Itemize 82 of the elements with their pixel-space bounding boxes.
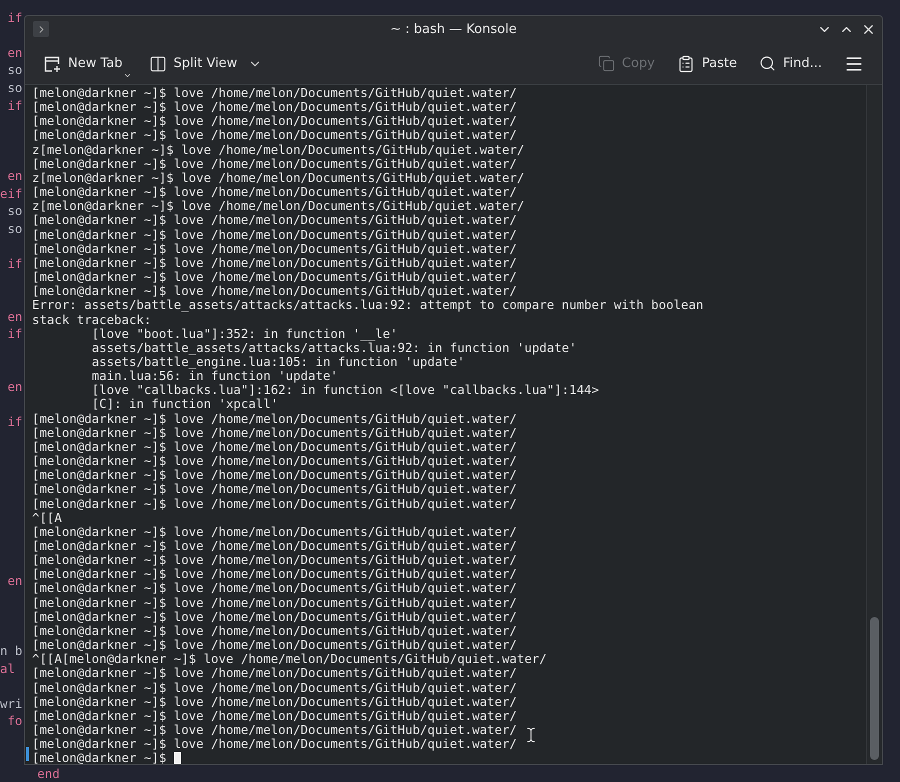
- split-button[interactable]: Split View: [142, 48, 268, 78]
- code-text: en: [6, 168, 22, 183]
- code-text: n b: [0, 642, 22, 658]
- terminal-line: [melon@darkner ~]$ love /home/melon/Documents/GitHub/quiet.water/: [32, 270, 517, 284]
- split-view-icon: [148, 54, 166, 72]
- terminal-line: [melon@darkner ~]$ love /home/melon/Documents/GitHub/quiet.water/: [32, 581, 517, 596]
- terminal-line: [melon@darkner ~]$ love /home/melon/Documents/GitHub/quiet.water/: [32, 412, 517, 426]
- terminal-prompt: [melon@darkner ~]$: [32, 751, 166, 764]
- code-text: if: [6, 256, 22, 271]
- terminal-line: [melon@darkner ~]$ love /home/melon/Documents/GitHub/quiet.water/: [32, 708, 517, 724]
- terminal-line: [melon@darkner ~]$ love /home/melon/Documents/GitHub/quiet.water/: [32, 680, 517, 695]
- terminal-line: [melon@darkner ~]$ love /home/melon/Documents/GitHub/quiet.water/: [32, 284, 517, 298]
- terminal-line: stack traceback:: [32, 312, 152, 327]
- terminal-line: [melon@darkner ~]$ love /home/melon/Documents/GitHub/quiet.water/: [32, 610, 517, 624]
- terminal-line: [C]: in function 'xpcall': [90, 397, 278, 412]
- find-button[interactable]: Find...: [752, 48, 828, 78]
- code-text: en: [6, 44, 22, 60]
- terminal-line: [melon@darkner ~]$ love /home/melon/Documents/GitHub/quiet.water/: [32, 524, 517, 539]
- terminal-line: [melon@darkner ~]$ love /home/melon/Documents/GitHub/quiet.water/: [32, 468, 517, 482]
- terminal-line: [melon@darkner ~]$ love /home/melon/Documents/GitHub/quiet.water/: [32, 228, 517, 242]
- text-cursor: [174, 752, 182, 764]
- code-text: so: [6, 62, 22, 78]
- code-text: en: [6, 379, 22, 394]
- code-text: so: [6, 80, 22, 95]
- scrollbar-handle[interactable]: [870, 617, 879, 760]
- terminal-line: main.lua:56: in function 'update': [90, 369, 338, 384]
- terminal-line: [love "callbacks.lua"]:162: in function <[love "callbacks.lua"]:144>: [90, 383, 599, 398]
- terminal-line: assets/battle_engine.lua:105: in function 'update': [90, 354, 465, 370]
- code-text: eif: [0, 186, 22, 201]
- terminal-line: [melon@darkner ~]$ love /home/melon/Documents/GitHub/quiet.water/: [32, 440, 517, 454]
- terminal-line: [melon@darkner ~]$ love /home/melon/Documents/GitHub/quiet.water/: [32, 723, 517, 738]
- code-text: wri: [0, 696, 22, 711]
- terminal-line: assets/battle_assets/attacks/attacks.lua:92: in function 'update': [90, 340, 577, 355]
- terminal-line: [melon@darkner ~]$ love /home/melon/Documents/GitHub/quiet.water/: [32, 567, 517, 582]
- code-text: end: [36, 766, 60, 782]
- scrollbar[interactable]: [866, 85, 882, 764]
- code-text: en: [6, 572, 22, 588]
- terminal-line: [melon@darkner ~]$ love /home/melon/Documents/GitHub/quiet.water/: [32, 128, 517, 143]
- code-text: en: [6, 308, 22, 324]
- code-text: so: [6, 220, 22, 236]
- code-text: if: [6, 414, 22, 430]
- copy-icon: [598, 55, 615, 72]
- terminal-line: [melon@darkner ~]$ love /home/melon/Documents/GitHub/quiet.water/: [32, 114, 517, 128]
- terminal-line: [melon@darkner ~]$ love /home/melon/Documents/GitHub/quiet.water/: [32, 185, 517, 200]
- search-icon: [758, 55, 776, 72]
- new-tab-icon: [43, 54, 61, 72]
- code-text: fo: [6, 713, 22, 728]
- terminal-line: [melon@darkner ~]$ love /home/melon/Documents/GitHub/quiet.water/: [32, 539, 517, 554]
- terminal-line: [melon@darkner ~]$ love /home/melon/Documents/GitHub/quiet.water/: [32, 666, 517, 681]
- terminal-line: [melon@darkner ~]$ love /home/melon/Documents/GitHub/quiet.water/: [32, 496, 517, 511]
- code-text: so: [6, 203, 22, 218]
- terminal-line: [melon@darkner ~]$ love /home/melon/Documents/GitHub/quiet.water/: [32, 256, 517, 270]
- terminal-line: [love "boot.lua"]:352: in function '__le': [90, 326, 398, 341]
- terminal-line: [melon@darkner ~]$ love /home/melon/Documents/GitHub/quiet.water/: [32, 156, 517, 171]
- code-text: if: [6, 326, 22, 342]
- terminal-line: [melon@darkner ~]$ love /home/melon/Documents/GitHub/quiet.water/: [32, 596, 517, 610]
- terminal-line: [melon@darkner ~]$ love /home/melon/Documents/GitHub/quiet.water/: [32, 86, 517, 100]
- terminal-line: z[melon@darkner ~]$ love /home/melon/Documents/GitHub/quiet.water/: [32, 142, 524, 157]
- terminal-line: [melon@darkner ~]$ love /home/melon/Documents/GitHub/quiet.water/: [32, 553, 517, 568]
- terminal-line: Error: assets/battle_assets/attacks/attacks.lua:92: attempt to compare number with boolean: [32, 298, 704, 312]
- terminal-line: [melon@darkner ~]$ love /home/melon/Documents/GitHub/quiet.water/: [32, 242, 517, 256]
- terminal-line: z[melon@darkner ~]$ love /home/melon/Documents/GitHub/quiet.water/: [32, 199, 524, 214]
- new-tab-button[interactable]: New Tab: [37, 48, 128, 78]
- terminal-line: [melon@darkner ~]$ love /home/melon/Documents/GitHub/quiet.water/: [32, 624, 517, 638]
- terminal-line: z[melon@darkner ~]$ love /home/melon/Documents/GitHub/quiet.water/: [32, 170, 524, 186]
- terminal-line: ^[[A: [32, 510, 62, 525]
- window-title: ~ : bash — Konsole: [390, 20, 517, 39]
- terminal-line: [melon@darkner ~]$ love /home/melon/Documents/GitHub/quiet.water/: [32, 482, 517, 497]
- terminal-line: ^[[A[melon@darkner ~]$ love /home/melon/Documents/GitHub/quiet.water/: [32, 652, 547, 666]
- terminal-line: [melon@darkner ~]$ love /home/melon/Documents/GitHub/quiet.water/: [32, 426, 517, 440]
- clipboard-icon: [676, 54, 695, 72]
- terminal-line: [melon@darkner ~]$ love /home/melon/Documents/GitHub/quiet.water/: [32, 454, 517, 468]
- code-text: if: [6, 10, 22, 25]
- expand-button[interactable]: [33, 21, 49, 37]
- terminal-line: [melon@darkner ~]$ love /home/melon/Documents/GitHub/quiet.water/: [32, 694, 517, 709]
- code-text: al: [0, 660, 15, 676]
- code-text: if: [6, 98, 22, 113]
- terminal-line: [melon@darkner ~]$ love /home/melon/Documents/GitHub/quiet.water/: [32, 100, 517, 114]
- terminal-line: [melon@darkner ~]$ love /home/melon/Documents/GitHub/quiet.water/: [32, 213, 517, 228]
- terminal-line: [melon@darkner ~]$ love /home/melon/Documents/GitHub/quiet.water/: [32, 638, 517, 652]
- terminal-line: [melon@darkner ~]$ love /home/melon/Documents/GitHub/quiet.water/: [32, 737, 517, 752]
- paste-button[interactable]: Paste: [670, 48, 743, 78]
